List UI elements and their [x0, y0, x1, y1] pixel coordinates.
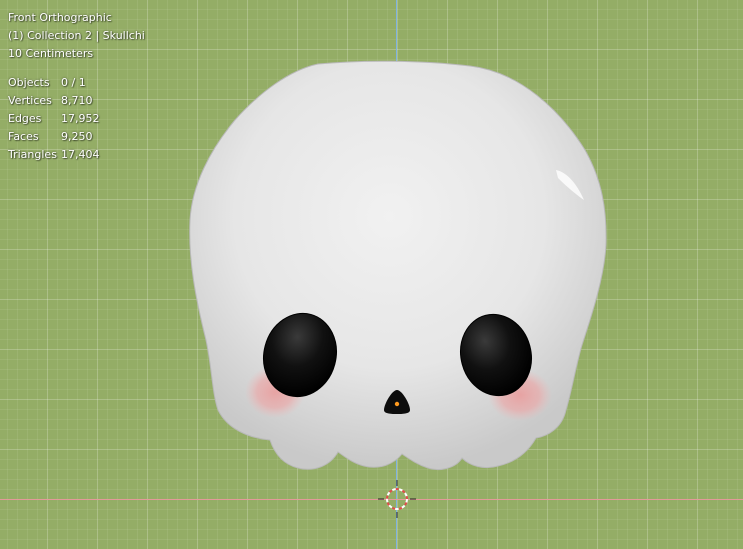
grid-scale: 10 Centimeters — [8, 47, 94, 60]
stat-label: Faces — [8, 130, 39, 143]
stat-value: 17,404 — [61, 148, 100, 161]
stat-value: 17,952 — [61, 112, 100, 125]
stat-row-triangles: Triangles 17,404 — [8, 146, 145, 164]
stat-value: 9,250 — [61, 130, 93, 143]
stat-row-faces: Faces 9,250 — [8, 128, 145, 146]
stat-label: Objects — [8, 76, 50, 89]
stat-value: 8,710 — [61, 94, 93, 107]
collection-info: (1) Collection 2 | Skullchi — [8, 29, 145, 42]
stat-row-objects: Objects 0 / 1 — [8, 74, 145, 92]
viewport-info-overlay: Front Orthographic (1) Collection 2 | Sk… — [8, 9, 145, 164]
origin-point — [394, 401, 400, 407]
scene-statistics: Objects 0 / 1 Vertices 8,710 Edges 17,95… — [8, 74, 145, 164]
stat-label: Vertices — [8, 94, 52, 107]
stat-row-edges: Edges 17,952 — [8, 110, 145, 128]
view-name: Front Orthographic — [8, 11, 112, 24]
stat-label: Edges — [8, 112, 42, 125]
stat-row-vertices: Vertices 8,710 — [8, 92, 145, 110]
3d-viewport[interactable]: Front Orthographic (1) Collection 2 | Sk… — [0, 0, 743, 549]
3d-cursor-icon[interactable] — [378, 480, 416, 518]
stat-value: 0 / 1 — [61, 76, 86, 89]
stat-label: Triangles — [8, 148, 57, 161]
